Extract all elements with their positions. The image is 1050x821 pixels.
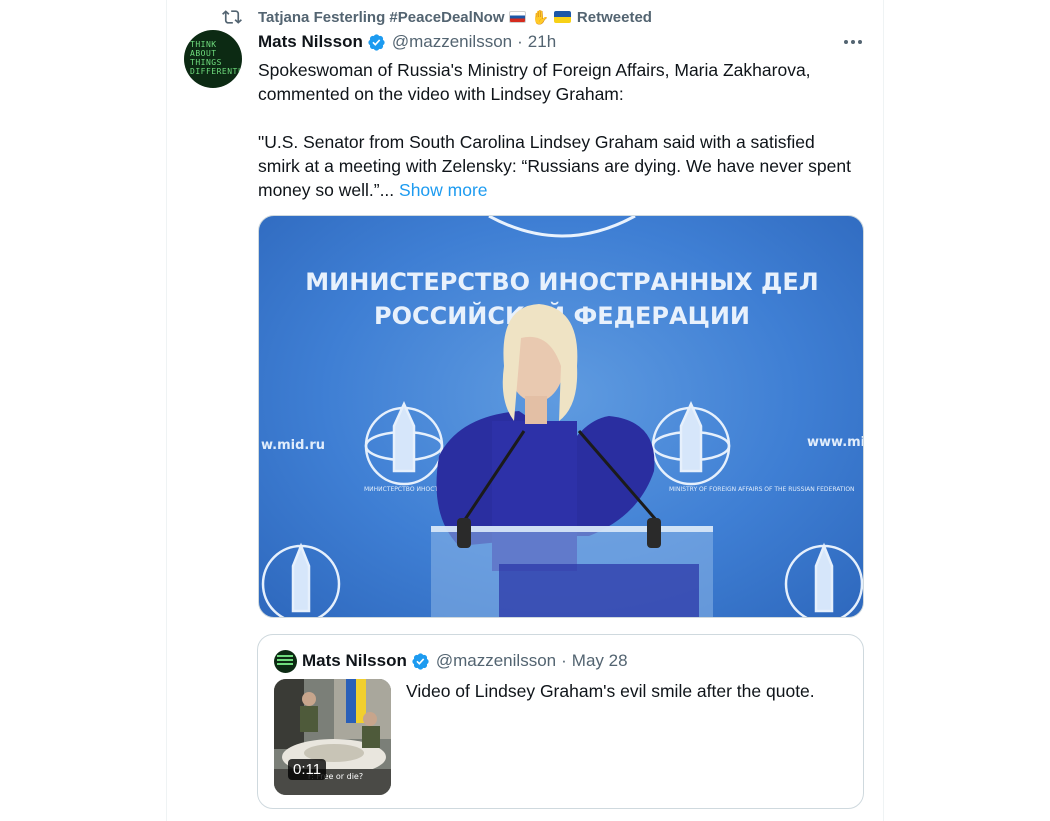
site-label-right: www.mid <box>807 435 864 450</box>
video-duration-badge: 0:11 <box>288 759 327 780</box>
retweeter-name[interactable]: Tatjana Festerling #PeaceDealNow <box>258 9 504 26</box>
tweet-text-paragraph-2: "U.S. Senator from South Carolina Lindse… <box>258 132 851 200</box>
quoted-author-name[interactable]: Mats Nilsson <box>302 651 407 671</box>
logo-caption-right: MINISTRY OF FOREIGN AFFAIRS OF THE RUSSI… <box>669 486 855 493</box>
quoted-video-thumbnail[interactable]: r: Free or die? 0:11 <box>274 679 391 795</box>
quoted-author-avatar[interactable] <box>274 650 297 673</box>
retweet-icon <box>222 10 242 24</box>
mid-logo-right <box>651 400 731 486</box>
tweet-header: Mats Nilsson @mazzenilsson · 21h <box>258 31 556 53</box>
quoted-verified-badge-icon[interactable] <box>411 652 430 671</box>
retweet-context[interactable]: Tatjana Festerling #PeaceDealNow ✋ Retwe… <box>222 7 652 27</box>
quoted-tweet-text: Video of Lindsey Graham's evil smile aft… <box>406 681 815 701</box>
quoted-timestamp[interactable]: May 28 <box>572 651 628 671</box>
tweet-text: Spokeswoman of Russia's Ministry of Fore… <box>258 58 858 202</box>
ukraine-flag-icon <box>553 11 571 23</box>
tweet-text-paragraph-1: Spokeswoman of Russia's Ministry of Fore… <box>258 60 811 104</box>
handshake-icon: ✋ <box>531 8 549 25</box>
quoted-author-handle[interactable]: @mazzenilsson <box>436 651 556 671</box>
author-name[interactable]: Mats Nilsson <box>258 32 363 52</box>
header-separator: · <box>517 32 523 51</box>
mid-logo-bottom-left <box>261 542 341 617</box>
banner-line-1: МИНИСТЕРСТВО ИНОСТРАННЫХ ДЕЛ <box>305 268 818 296</box>
quoted-header-separator: · <box>561 651 567 670</box>
press-briefing-photo: МИНИСТЕРСТВО ИНОСТРАННЫХ ДЕЛ РОССИЙСКОЙ … <box>261 216 864 617</box>
timeline-right-border <box>883 0 884 821</box>
retweeted-label: Retweeted <box>576 8 652 26</box>
mid-logo-bottom-right <box>784 542 863 617</box>
tweet-timestamp[interactable]: 21h <box>528 32 556 52</box>
avatar-text: THINK ABOUT THINGS DIFFERENTLY <box>190 40 242 76</box>
russia-flag-icon <box>509 11 527 23</box>
mid-logo-left <box>364 400 444 486</box>
verified-badge-icon[interactable] <box>367 33 386 52</box>
quoted-tweet[interactable]: Mats Nilsson @mazzenilsson · May 28 r: F… <box>257 634 864 809</box>
show-more-link[interactable]: Show more <box>399 180 488 200</box>
tweet-image[interactable]: МИНИСТЕРСТВО ИНОСТРАННЫХ ДЕЛ РОССИЙСКОЙ … <box>258 215 864 618</box>
author-avatar[interactable]: THINK ABOUT THINGS DIFFERENTLY <box>184 30 242 88</box>
more-options-icon[interactable] <box>839 30 867 54</box>
author-handle[interactable]: @mazzenilsson <box>392 32 512 52</box>
quoted-tweet-header: Mats Nilsson @mazzenilsson · May 28 <box>302 650 628 672</box>
site-label-left: w.mid.ru <box>261 438 325 453</box>
timeline-left-border <box>166 0 167 821</box>
